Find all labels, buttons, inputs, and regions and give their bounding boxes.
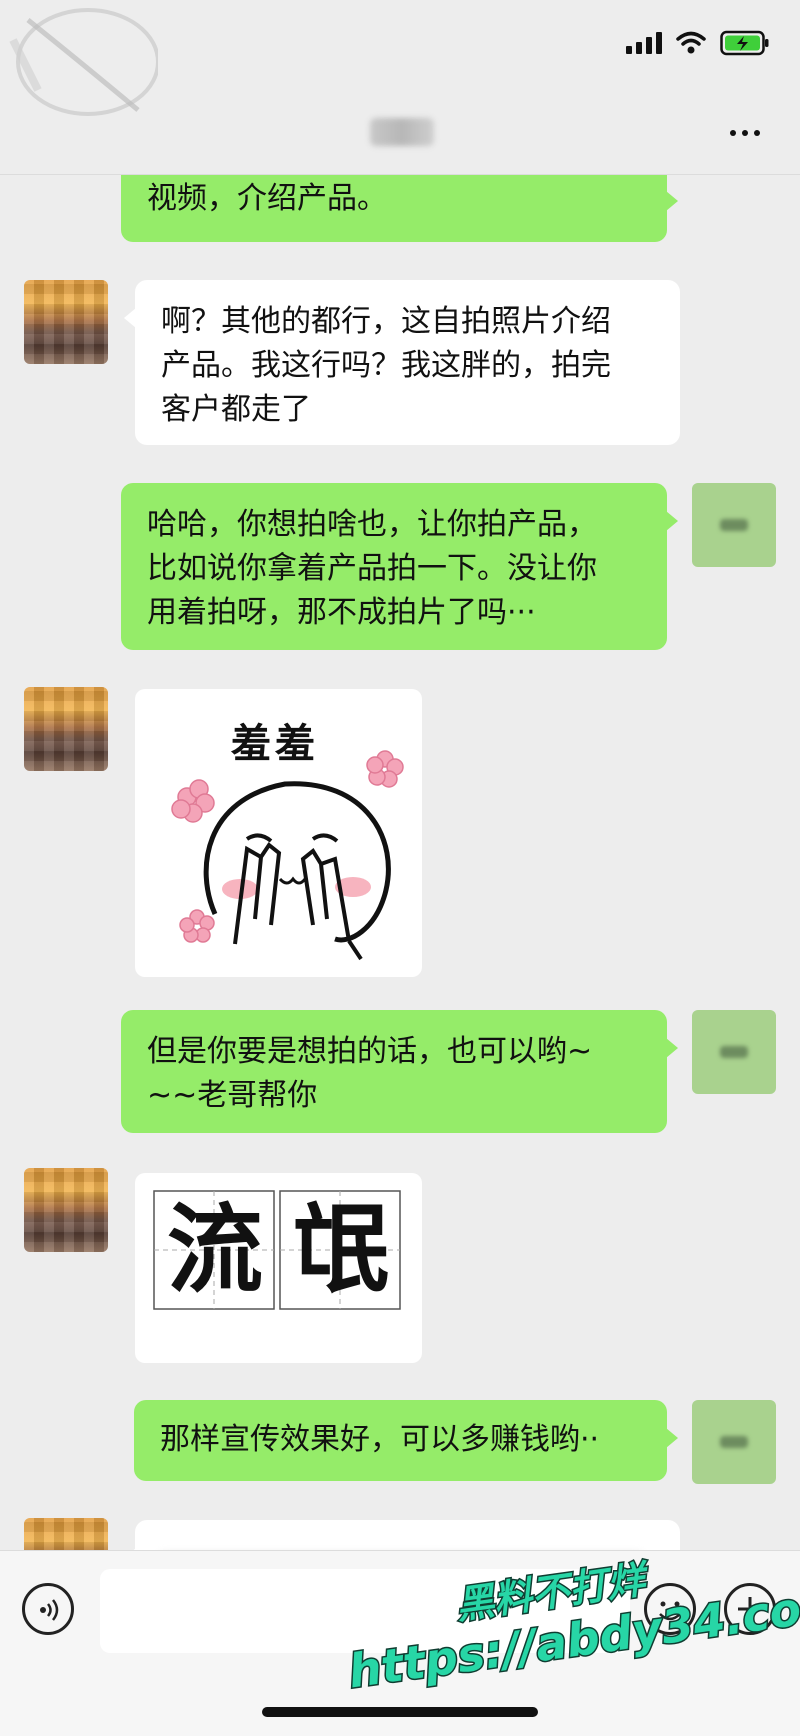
message-text-line: 产品。我这行吗？我这胖的，拍完 bbox=[161, 348, 611, 383]
message-text-line: 客户都走了 bbox=[161, 392, 311, 427]
message-text-line: 啊？其他的都行，这自拍照片介绍 bbox=[161, 304, 611, 339]
status-icons bbox=[626, 30, 770, 56]
message-bubble-other[interactable]: 啊？其他的都行，这自拍照片介绍 产品。我这行吗？我这胖的，拍完 客户都走了 bbox=[124, 280, 680, 445]
wifi-icon bbox=[676, 31, 706, 54]
sticker-char: 氓 bbox=[293, 1193, 389, 1306]
cellular-signal-icon bbox=[626, 32, 662, 54]
sticker-liumang[interactable]: 流 氓 bbox=[135, 1173, 422, 1363]
home-indicator[interactable] bbox=[262, 1707, 538, 1717]
message-bubble-me[interactable]: 哈哈，你想拍啥也，让你拍产品， 比如说你拿着产品拍一下。没让你 用着拍呀，那不成… bbox=[121, 483, 678, 650]
avatar-other[interactable] bbox=[24, 1168, 108, 1252]
leaf-decoration-icon bbox=[9, 8, 158, 116]
voice-input-button[interactable] bbox=[22, 1583, 74, 1635]
message-text: 那样宣传效果好，可以多赚钱哟·· bbox=[160, 1422, 600, 1457]
avatar-other[interactable] bbox=[24, 1518, 108, 1550]
message-text-line: 用着拍呀，那不成拍片了吗··· bbox=[147, 595, 536, 630]
avatar-other[interactable] bbox=[24, 687, 108, 771]
message-bubble-other[interactable] bbox=[124, 1520, 680, 1550]
sticker-char: 流 bbox=[167, 1193, 263, 1306]
message-bubble-me[interactable]: 那样宣传效果好，可以多赚钱哟·· bbox=[134, 1400, 678, 1481]
message-text-line: ~~老哥帮你 bbox=[147, 1078, 318, 1113]
avatar-me[interactable] bbox=[692, 1400, 776, 1484]
battery-charging-icon bbox=[720, 30, 769, 56]
message-text-line: 哈哈，你想拍啥也，让你拍产品， bbox=[147, 507, 597, 542]
avatar-me[interactable] bbox=[692, 1010, 776, 1094]
sticker-shy[interactable]: 羞羞 bbox=[135, 689, 422, 977]
chat-title-blurred bbox=[370, 118, 434, 146]
chat-messages[interactable]: 视频，介绍产品。 啊？其他的都行，这自拍照片介绍 产品。我这行吗？我这胖的，拍完… bbox=[0, 175, 800, 1550]
shy-face-icon bbox=[171, 750, 404, 961]
message-text-line: 比如说你拿着产品拍一下。没让你 bbox=[147, 551, 597, 586]
message-bubble-me[interactable]: 视频，介绍产品。 bbox=[121, 175, 678, 242]
more-dots-icon[interactable] bbox=[720, 118, 770, 148]
avatar-me[interactable] bbox=[692, 483, 776, 567]
avatar-other[interactable] bbox=[24, 280, 108, 364]
top-bar bbox=[0, 0, 800, 175]
message-text-line: 但是你要是想拍的话，也可以哟~ bbox=[147, 1034, 593, 1069]
message-bubble-me[interactable]: 但是你要是想拍的话，也可以哟~ ~~老哥帮你 bbox=[121, 1010, 678, 1133]
message-text: 视频，介绍产品。 bbox=[147, 181, 387, 216]
voice-icon bbox=[40, 1599, 59, 1621]
